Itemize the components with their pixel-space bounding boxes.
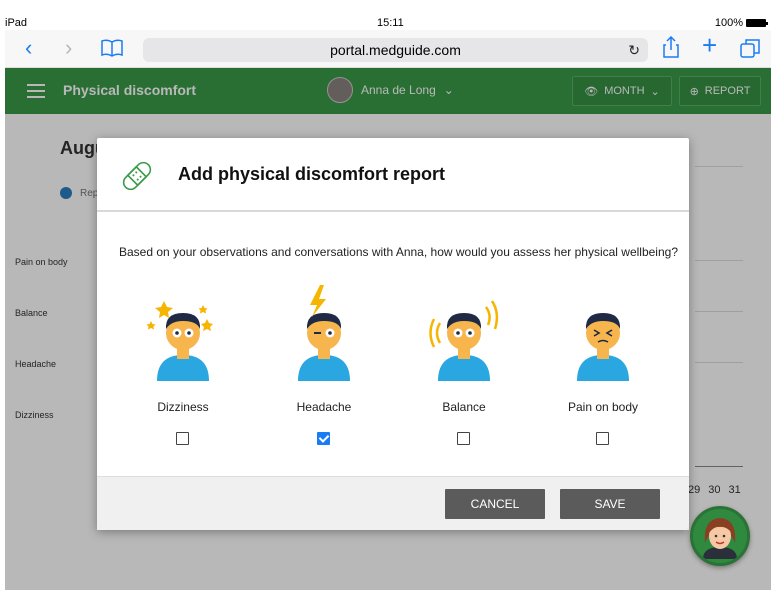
assistant-avatar [693, 509, 747, 563]
browser-toolbar: ‹ › portal.medguide.com ↻ + [5, 30, 771, 68]
headache-icon [298, 285, 350, 381]
dizziness-checkbox[interactable] [176, 432, 189, 445]
balance-icon [429, 300, 499, 381]
pain-icon [577, 313, 629, 381]
battery-icon [746, 19, 768, 27]
assessment-question: Based on your observations and conversat… [119, 245, 678, 259]
option-label: Dizziness [157, 400, 209, 414]
assistant-avatar-button[interactable] [690, 506, 750, 566]
bookmarks-icon[interactable] [101, 38, 123, 62]
headache-option [279, 283, 369, 383]
bandage-icon [122, 161, 152, 191]
option-label: Headache [296, 400, 352, 414]
url-text: portal.medguide.com [330, 42, 461, 58]
screen: iPad 15:11 100% ‹ › portal.medguide.com … [0, 0, 771, 590]
reload-icon[interactable]: ↻ [628, 38, 640, 62]
option-label: Pain on body [567, 400, 639, 414]
battery-indicator: 100% [714, 17, 768, 29]
pain-on-body-checkbox[interactable] [596, 432, 609, 445]
cancel-button[interactable]: CANCEL [445, 489, 545, 519]
share-icon[interactable] [663, 35, 679, 63]
carrier-label: iPad [5, 17, 28, 29]
dizziness-option [138, 283, 228, 383]
new-tab-icon[interactable]: + [702, 32, 717, 58]
save-button[interactable]: SAVE [560, 489, 660, 519]
address-bar[interactable]: portal.medguide.com ↻ [143, 38, 648, 62]
forward-icon[interactable]: › [65, 36, 72, 60]
clock: 15:11 [377, 17, 404, 29]
dialog-title: Add physical discomfort report [178, 164, 446, 184]
dialog-header: Add physical discomfort report [97, 138, 689, 212]
back-icon[interactable]: ‹ [25, 36, 32, 60]
tabs-icon[interactable] [740, 38, 760, 63]
option-label: Balance [442, 400, 486, 414]
dizziness-icon [146, 301, 213, 381]
battery-percent: 100% [714, 17, 743, 29]
pain-option [558, 283, 648, 383]
dialog-footer: CANCEL SAVE [97, 476, 689, 530]
balance-checkbox[interactable] [457, 432, 470, 445]
headache-checkbox[interactable] [317, 432, 330, 445]
report-dialog: Add physical discomfort report Based on … [97, 138, 689, 530]
balance-option [419, 283, 509, 383]
